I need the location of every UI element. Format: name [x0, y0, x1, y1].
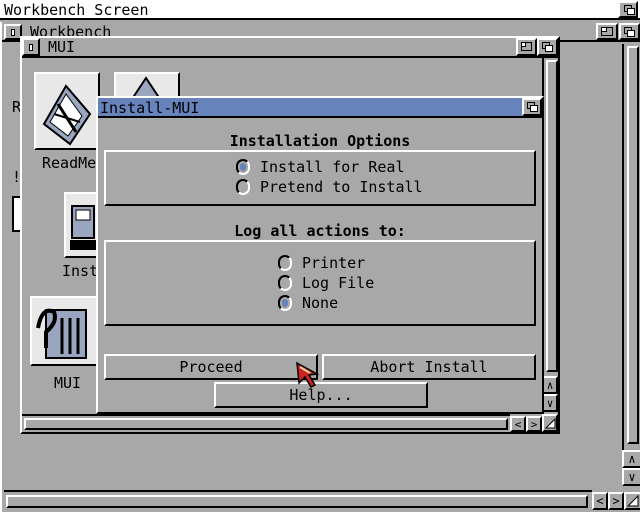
screen-title: Workbench Screen — [4, 1, 149, 19]
workbench-size-button[interactable] — [624, 492, 640, 510]
option-label: Log File — [302, 274, 375, 292]
installation-options-group: Install for Real Pretend to Install — [104, 150, 536, 206]
option-label: Install for Real — [260, 158, 405, 176]
log-actions-group: Printer Log File None — [104, 240, 536, 326]
mui-scroll-up-button[interactable]: ∧ — [542, 376, 558, 394]
log-actions-heading: Log all actions to: — [234, 222, 406, 240]
scrollbar-knob[interactable] — [627, 46, 639, 444]
workbench-scroll-up-button[interactable]: ∧ — [622, 450, 640, 468]
workbench-zoom-button[interactable] — [596, 23, 618, 40]
screen-depth-button[interactable] — [618, 1, 638, 18]
mui-zoom-button[interactable] — [516, 38, 537, 56]
scrollbar-knob[interactable] — [546, 60, 558, 372]
resize-icon — [545, 418, 556, 429]
mui-close-button[interactable] — [22, 38, 40, 56]
icon-label: ReadMe — [42, 154, 97, 172]
radio-button[interactable] — [278, 295, 292, 311]
mui-vertical-scrollbar[interactable] — [542, 58, 558, 376]
icon-readme[interactable]: ReadMe — [34, 72, 104, 172]
option-label: Printer — [302, 254, 366, 272]
scrollbar-knob[interactable] — [6, 495, 588, 508]
arrow-down-icon: ∨ — [546, 396, 554, 410]
log-file-option[interactable]: Log File — [278, 274, 398, 292]
workbench-horizontal-scrollbar[interactable] — [4, 490, 592, 510]
mui-horizontal-scrollbar[interactable] — [22, 414, 510, 432]
scrollbar-knob[interactable] — [24, 418, 508, 430]
proceed-button[interactable]: Proceed — [104, 354, 318, 380]
mui-size-button[interactable] — [542, 414, 558, 432]
document-icon — [34, 72, 100, 150]
log-none-option[interactable]: None — [278, 294, 398, 312]
screen-title-bar: Workbench Screen — [0, 0, 640, 20]
mouse-pointer-icon — [296, 362, 320, 388]
install-for-real-option[interactable]: Install for Real — [236, 158, 436, 176]
install-mui-title: Install-MUI — [100, 99, 200, 117]
install-mui-title-bar[interactable]: Install-MUI — [98, 98, 542, 118]
mui-depth-button[interactable] — [537, 38, 558, 56]
install-mui-depth-button[interactable] — [522, 98, 542, 116]
installation-options-heading: Installation Options — [229, 132, 411, 150]
arrow-up-icon: ∧ — [628, 452, 636, 466]
help-button[interactable]: Help... — [214, 382, 428, 408]
radio-button[interactable] — [278, 255, 292, 271]
radio-button[interactable] — [236, 179, 250, 195]
resize-icon — [627, 495, 639, 507]
log-printer-option[interactable]: Printer — [278, 254, 398, 272]
icon-mui[interactable]: MUI — [30, 296, 100, 396]
arrow-left-icon: < — [514, 417, 522, 431]
install-mui-window: Install-MUI Installation Options Install… — [96, 96, 544, 414]
arrow-right-icon: > — [612, 494, 620, 508]
icon-label: MUI — [54, 374, 82, 392]
arrow-right-icon: > — [530, 417, 538, 431]
abort-install-button[interactable]: Abort Install — [322, 354, 536, 380]
pretend-to-install-option[interactable]: Pretend to Install — [236, 178, 436, 196]
workbench-scroll-down-button[interactable]: ∨ — [622, 468, 640, 486]
option-label: Pretend to Install — [260, 178, 423, 196]
option-label: None — [302, 294, 339, 312]
mui-title-bar[interactable]: MUI — [22, 38, 558, 58]
workbench-depth-button[interactable] — [619, 23, 640, 40]
arrow-down-icon: ∨ — [628, 470, 636, 484]
mui-window-title: MUI — [48, 38, 76, 56]
mui-scroll-down-button[interactable]: ∨ — [542, 394, 558, 412]
workbench-scroll-left-button[interactable]: < — [592, 492, 608, 510]
radio-button[interactable] — [236, 159, 250, 175]
workbench-vertical-scrollbar[interactable] — [622, 44, 640, 450]
mui-drawer-icon — [30, 296, 100, 366]
arrow-up-icon: ∧ — [546, 378, 554, 392]
mui-scroll-right-button[interactable]: > — [526, 416, 542, 432]
workbench-scroll-right-button[interactable]: > — [608, 492, 624, 510]
arrow-left-icon: < — [596, 494, 604, 508]
close-icon — [11, 29, 15, 36]
close-icon — [29, 44, 33, 51]
radio-button[interactable] — [278, 275, 292, 291]
mui-scroll-left-button[interactable]: < — [510, 416, 526, 432]
